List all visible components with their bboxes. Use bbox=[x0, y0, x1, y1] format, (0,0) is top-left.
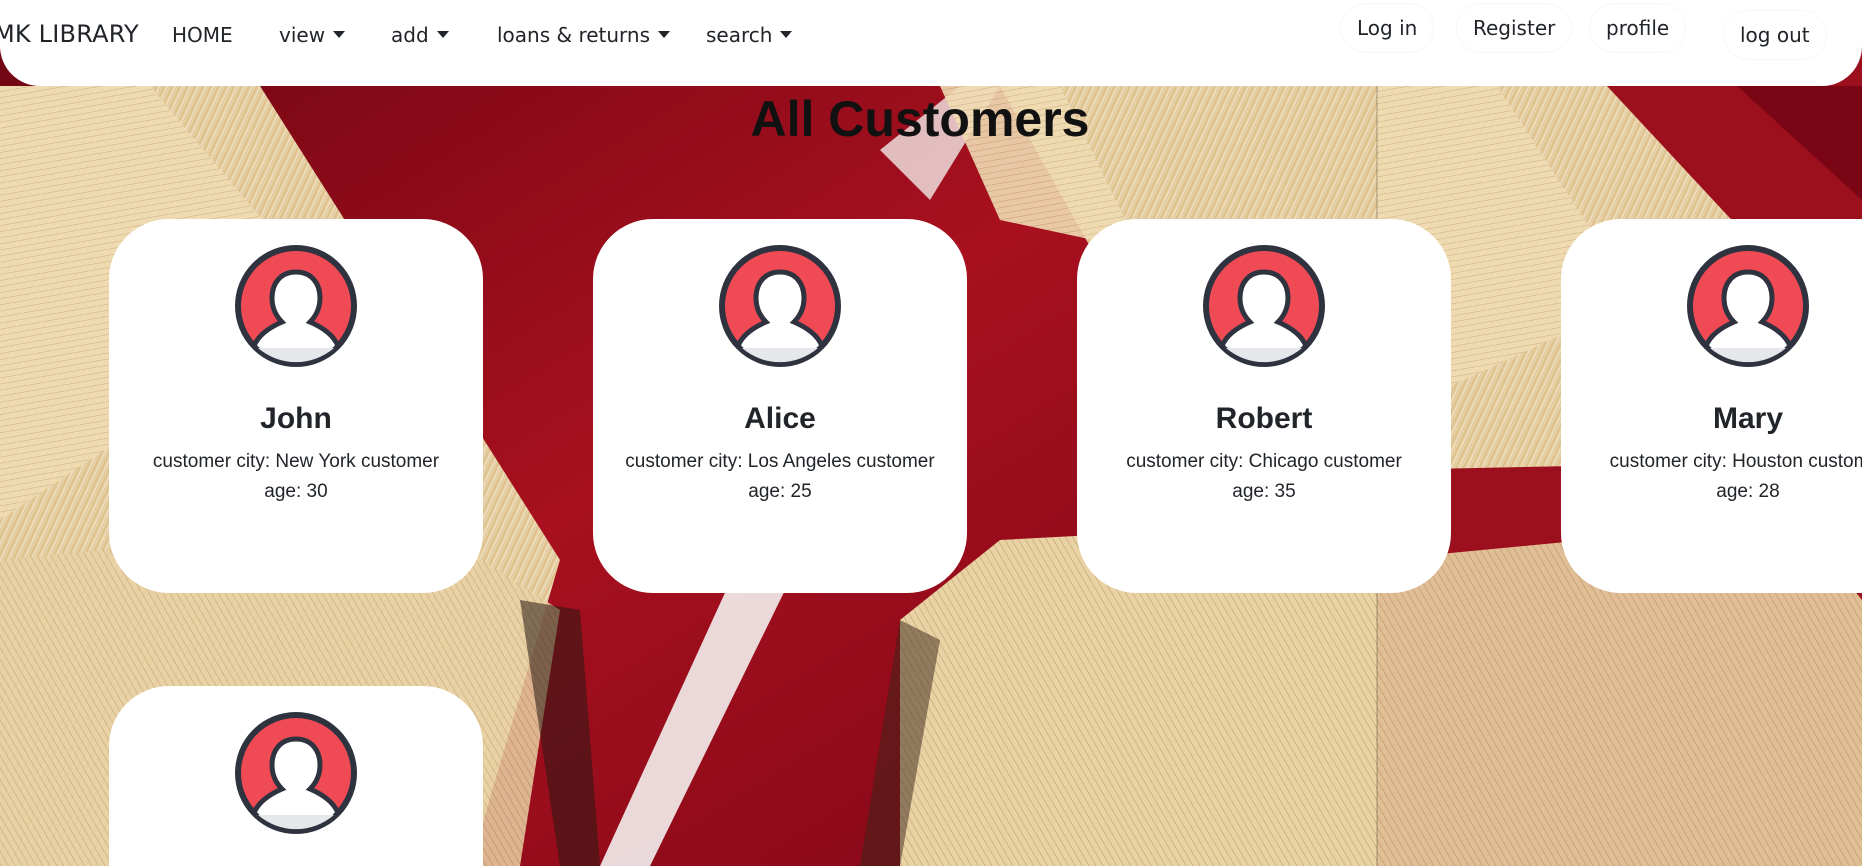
user-avatar-icon bbox=[235, 712, 357, 834]
nav-home-link[interactable]: HOME bbox=[172, 23, 233, 47]
customer-card[interactable]: John customer city: New York customer ag… bbox=[109, 219, 483, 593]
caret-down-icon bbox=[780, 31, 793, 38]
customer-details: customer city: Chicago customer age: 35 bbox=[1126, 451, 1402, 502]
logout-button[interactable]: log out bbox=[1724, 11, 1826, 59]
nav-loans-label: loans & returns bbox=[497, 23, 651, 47]
profile-button[interactable]: profile bbox=[1590, 4, 1686, 52]
nav-add-label: add bbox=[391, 23, 429, 47]
customer-name: Alice bbox=[744, 402, 816, 435]
caret-down-icon bbox=[436, 31, 449, 38]
customer-card[interactable]: Robert customer city: Chicago customer a… bbox=[1077, 219, 1451, 593]
register-button[interactable]: Register bbox=[1457, 4, 1572, 52]
login-button[interactable]: Log in bbox=[1341, 4, 1434, 52]
caret-down-icon bbox=[333, 31, 346, 38]
nav-loans-dropdown[interactable]: loans & returns bbox=[497, 23, 671, 47]
user-avatar-icon bbox=[1203, 245, 1325, 367]
customer-name: Robert bbox=[1215, 402, 1313, 435]
page-title: All Customers bbox=[750, 91, 1090, 147]
customer-name: John bbox=[260, 402, 332, 435]
nav-view-dropdown[interactable]: view bbox=[279, 23, 346, 47]
nav-add-dropdown[interactable]: add bbox=[391, 23, 449, 47]
nav-search-label: search bbox=[706, 23, 773, 47]
customer-card[interactable]: Mary customer city: Houston customer age… bbox=[1561, 219, 1862, 593]
brand-link[interactable]: MK LIBRARY bbox=[0, 20, 139, 48]
customer-details: customer city: Los Angeles customer age:… bbox=[625, 451, 935, 502]
nav-view-label: view bbox=[279, 23, 326, 47]
caret-down-icon bbox=[658, 31, 671, 38]
customer-card[interactable]: Alice customer city: Los Angeles custome… bbox=[593, 219, 967, 593]
customer-card[interactable] bbox=[109, 686, 483, 866]
customer-details: customer city: New York customer age: 30 bbox=[152, 451, 440, 502]
customer-name: Mary bbox=[1712, 402, 1784, 435]
user-avatar-icon bbox=[235, 245, 357, 367]
customer-details: customer city: Houston customer age: 28 bbox=[1609, 451, 1862, 502]
user-avatar-icon bbox=[719, 245, 841, 367]
nav-search-dropdown[interactable]: search bbox=[706, 23, 793, 47]
top-navbar: MK LIBRARY HOME view add loans & returns… bbox=[0, 0, 1862, 86]
user-avatar-icon bbox=[1687, 245, 1809, 367]
